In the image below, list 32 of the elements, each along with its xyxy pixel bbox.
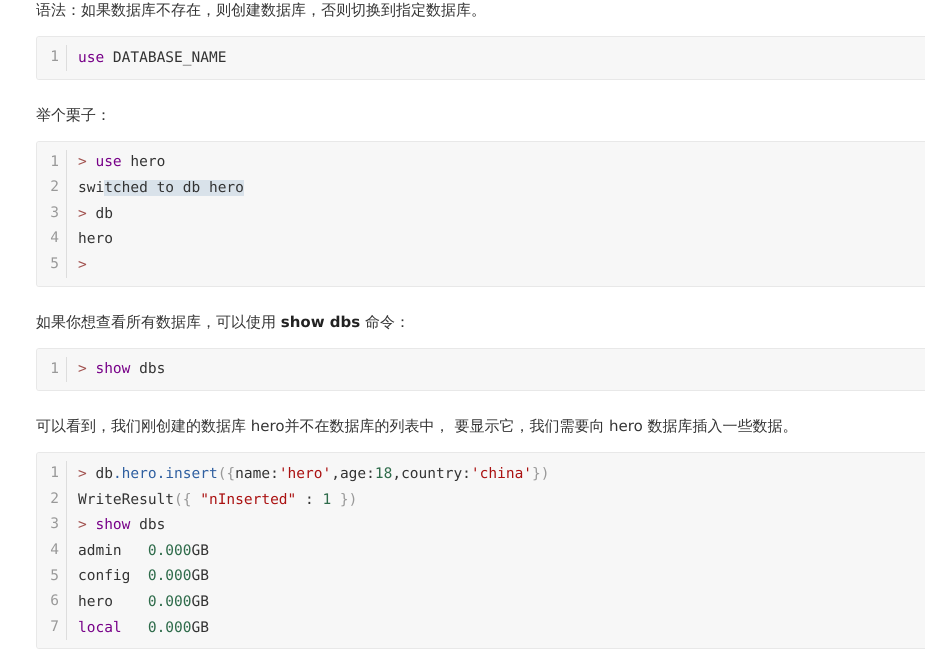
line-number: 4 bbox=[37, 226, 67, 252]
line-number: 4 bbox=[37, 538, 67, 564]
line-number: 7 bbox=[37, 614, 67, 640]
line-number: 5 bbox=[37, 564, 67, 590]
line-number: 3 bbox=[37, 200, 67, 226]
paragraph: 可以看到，我们刚创建的数据库 hero并不在数据库的列表中， 要显示它，我们需要向 hero 数据库插入一些数据。 bbox=[36, 416, 799, 438]
line-number: 2 bbox=[37, 175, 67, 201]
code-line: > db.hero.insert({name:'hero',age:18,country:'china'}) bbox=[78, 466, 550, 482]
code-line: use DATABASE_NAME bbox=[78, 50, 226, 66]
line-number: 1 bbox=[37, 356, 67, 382]
code-line: > db bbox=[78, 206, 113, 222]
code-line: WriteResult({ "nInserted" : 1 }) bbox=[78, 492, 358, 508]
line-number: 2 bbox=[37, 486, 67, 512]
code-line: > bbox=[78, 256, 87, 273]
paragraph: 语法：如果数据库不存在，则创建数据库，否则切换到指定数据库。 bbox=[36, 0, 487, 21]
line-number: 1 bbox=[37, 45, 67, 71]
line-number: 1 bbox=[37, 461, 67, 487]
line-number: 6 bbox=[37, 589, 67, 615]
line-number: 1 bbox=[37, 150, 67, 176]
paragraph: 如果你想查看所有数据库，可以使用 show dbs 命令： bbox=[36, 312, 411, 333]
line-number: 5 bbox=[37, 252, 67, 278]
code-line: hero 0.000GB bbox=[78, 594, 209, 610]
paragraph: 举个栗子： bbox=[36, 104, 112, 126]
code-line: > use hero bbox=[78, 154, 166, 170]
code-line: hero bbox=[78, 231, 113, 248]
code-line: config 0.000GB bbox=[78, 568, 209, 584]
code-line: > show dbs bbox=[78, 517, 166, 534]
code-line: local 0.000GB bbox=[78, 620, 209, 636]
code-line: switched to db hero bbox=[78, 180, 244, 196]
code-line: > show dbs bbox=[78, 361, 166, 378]
line-number: 3 bbox=[37, 512, 67, 538]
code-line: admin 0.000GB bbox=[78, 542, 209, 559]
